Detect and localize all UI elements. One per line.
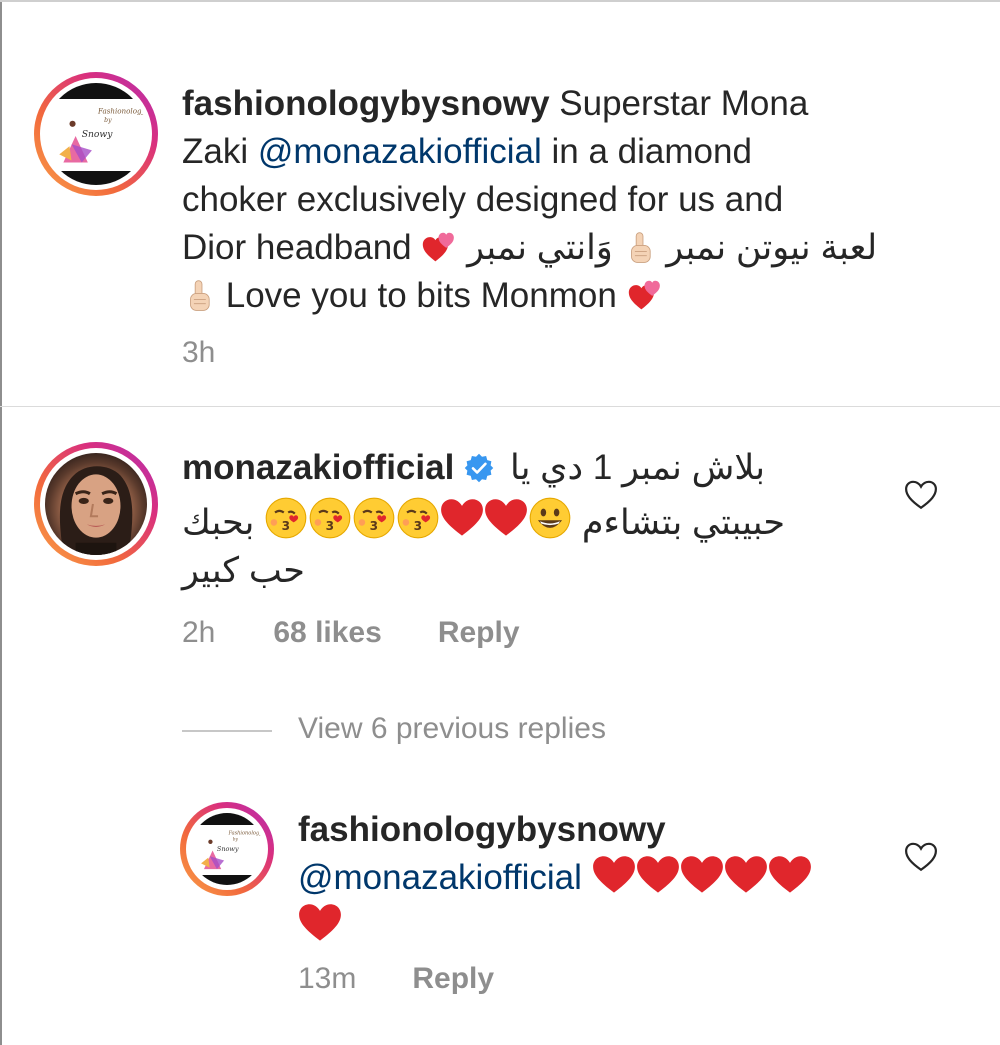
reply-timestamp[interactable]: 13m [298, 962, 356, 996]
comment-reply-button[interactable]: Reply [438, 616, 520, 650]
comment-arabic: حبيبتي بتشاءم [581, 503, 785, 542]
view-previous-replies-link[interactable]: View 6 previous replies [298, 712, 606, 746]
reply-username[interactable]: fashionologybysnowy [298, 810, 666, 849]
comment-timestamp[interactable]: 2h [182, 616, 215, 650]
face-graphic [45, 453, 147, 555]
kissing-heart-emoji [308, 496, 352, 540]
reply-line-1: fashionologybysnowy [298, 806, 878, 854]
reply-meta: 13m Reply [298, 962, 494, 996]
fashionology-logo [191, 813, 263, 885]
caption-line-4: Dior headband وَانتي نمبر لعبة نيوتن نمب… [182, 224, 972, 272]
index-pointing-up-emoji [182, 279, 216, 313]
comment-arabic: حب كبير [182, 551, 305, 590]
post-caption: fashionologybysnowy Superstar Mona Zaki … [182, 80, 972, 320]
mention-link[interactable]: @monazakiofficial [298, 858, 582, 897]
caption-line-2: Zaki @monazakiofficial in a diamond [182, 128, 972, 176]
red-heart-emoji [680, 855, 724, 895]
caption-text: Dior headband [182, 228, 412, 267]
comment-body: monazakiofficial بلاش نمبر 1 دي يا بحبك … [182, 444, 872, 595]
comment-likes-count[interactable]: 68 likes [273, 616, 381, 650]
reply-body: fashionologybysnowy @monazakiofficial [298, 806, 878, 950]
red-heart-emoji [768, 855, 812, 895]
window-border-top [0, 0, 1000, 2]
replies-divider-line [182, 730, 272, 732]
comment-username[interactable]: monazakiofficial [182, 448, 454, 487]
red-heart-emoji [636, 855, 680, 895]
two-hearts-emoji [627, 277, 663, 313]
comment-arabic: بحبك [182, 503, 255, 542]
window-border-left [0, 0, 2, 1045]
section-divider [0, 406, 1000, 407]
kissing-heart-emoji [264, 496, 308, 540]
comment-author-avatar[interactable] [34, 442, 158, 566]
post-username[interactable]: fashionologybysnowy [182, 84, 550, 123]
comment-arabic: بلاش نمبر 1 دي يا [510, 448, 765, 487]
comment-line-3: حب كبير [182, 547, 872, 595]
index-pointing-up-emoji [623, 231, 657, 265]
grinning-emoji [528, 496, 572, 540]
reply-author-avatar[interactable] [180, 802, 274, 896]
red-heart-emoji [440, 496, 484, 540]
fashionology-logo [45, 83, 147, 185]
caption-arabic: وَانتي نمبر [467, 228, 613, 267]
avatar-border [186, 808, 268, 890]
profile-photo [45, 453, 147, 555]
post-author-avatar[interactable] [34, 72, 158, 196]
comment-line-1: monazakiofficial بلاش نمبر 1 دي يا [182, 444, 872, 492]
caption-line-3: choker exclusively designed for us and [182, 180, 784, 219]
post-meta: 3h [182, 336, 215, 370]
caption-text: Superstar Mona [559, 84, 809, 123]
reply-line-2: @monazakiofficial [298, 854, 878, 902]
red-heart-emoji [298, 903, 342, 943]
caption-line-1: fashionologybysnowy Superstar Mona [182, 80, 972, 128]
kissing-heart-emoji [352, 496, 396, 540]
two-hearts-emoji [421, 229, 457, 265]
red-heart-emoji [592, 855, 636, 895]
caption-text: Love you to bits Monmon [225, 276, 617, 315]
like-comment-heart-icon[interactable] [904, 478, 938, 512]
logo-graphic [191, 813, 263, 885]
comment-meta: 2h 68 likes Reply [182, 616, 520, 650]
comment-line-2: بحبك حبيبتي بتشاءم [182, 496, 872, 547]
reply-reply-button[interactable]: Reply [412, 962, 494, 996]
red-heart-emoji [484, 496, 528, 540]
avatar-border [40, 448, 152, 560]
caption-text: in a diamond [551, 132, 752, 171]
post-timestamp[interactable]: 3h [182, 336, 215, 370]
caption-line-5: Love you to bits Monmon [182, 272, 972, 320]
caption-arabic: لعبة نيوتن نمبر [666, 228, 878, 267]
mention-link[interactable]: @monazakiofficial [258, 132, 542, 171]
like-reply-heart-icon[interactable] [904, 840, 938, 874]
red-heart-emoji [724, 855, 768, 895]
logo-graphic [45, 83, 147, 185]
reply-line-3 [298, 902, 878, 950]
caption-text: Zaki [182, 132, 249, 171]
kissing-heart-emoji [396, 496, 440, 540]
verified-badge-icon [464, 453, 494, 483]
avatar-border [40, 78, 152, 190]
